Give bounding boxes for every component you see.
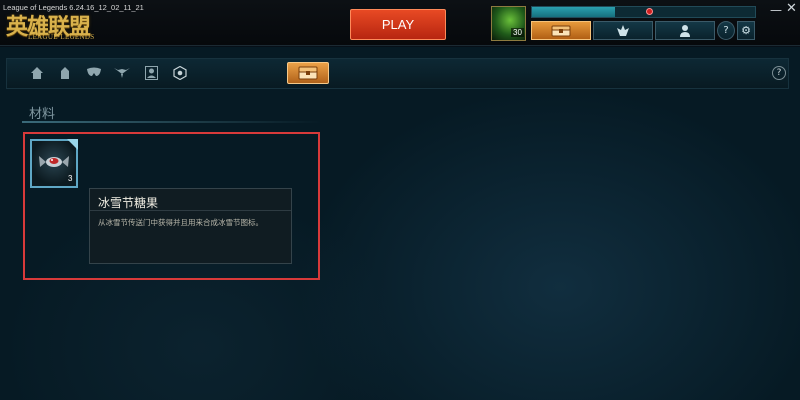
- minimize-button[interactable]: —: [770, 3, 782, 17]
- close-icon[interactable]: ✕: [786, 1, 797, 16]
- castle-icon[interactable]: [57, 66, 73, 82]
- snowdown-candy-icon: [39, 156, 69, 167]
- help-button[interactable]: ?: [717, 21, 735, 40]
- item-new-corner: [67, 139, 78, 150]
- hextech-icon[interactable]: [172, 65, 188, 82]
- profile-card-icon[interactable]: [143, 66, 159, 82]
- nav-profile-button[interactable]: [655, 21, 715, 40]
- summoner-level-badge: 30: [511, 28, 524, 37]
- mask-icon[interactable]: [86, 66, 102, 82]
- chest-icon: [551, 25, 571, 36]
- nav-champions-button[interactable]: [593, 21, 653, 40]
- tooltip-description: 从冰雪节传送门中获得并且用来合成冰雪节图标。: [98, 218, 263, 227]
- page-help-button[interactable]: ?: [772, 66, 786, 80]
- play-button[interactable]: PLAY: [350, 9, 446, 40]
- tooltip-title: 冰雪节糖果: [98, 196, 159, 210]
- nav-store-button[interactable]: [531, 21, 591, 40]
- home-icon[interactable]: [29, 66, 45, 82]
- settings-button[interactable]: ⚙: [737, 21, 755, 40]
- chest-button[interactable]: [287, 62, 329, 84]
- champion-icon: [617, 24, 629, 36]
- status-indicator: [646, 8, 653, 15]
- eagle-icon[interactable]: [114, 66, 130, 82]
- logo-subtitle: LEAGUE·LEGENDS: [28, 33, 95, 41]
- item-count: 3: [68, 174, 73, 183]
- chest-icon: [298, 66, 318, 80]
- tooltip-divider: [90, 210, 291, 211]
- xp-bar-fill: [532, 7, 615, 17]
- gear-icon: ⚙: [741, 24, 751, 37]
- section-divider: [22, 121, 322, 123]
- profile-icon: [680, 25, 690, 37]
- section-title: 材料: [29, 107, 56, 122]
